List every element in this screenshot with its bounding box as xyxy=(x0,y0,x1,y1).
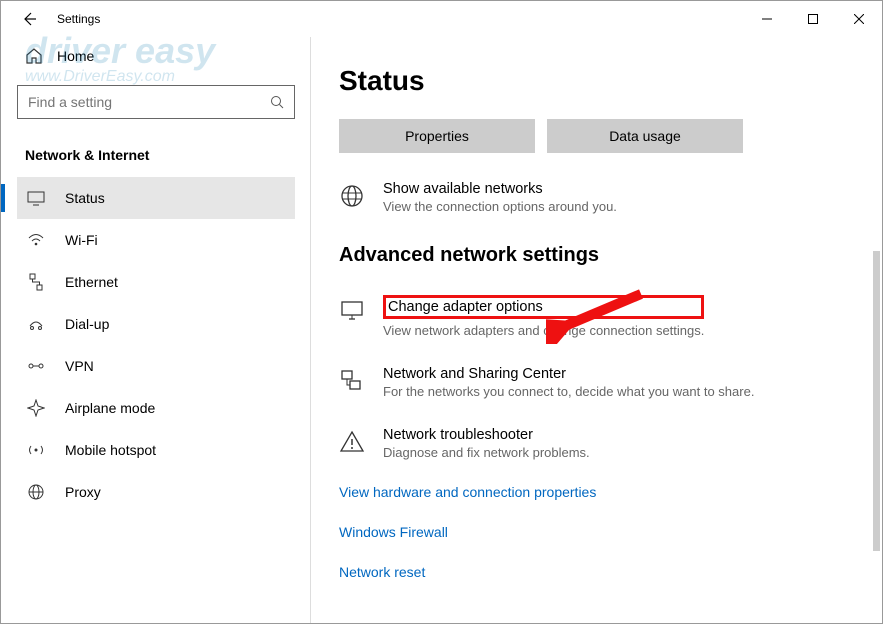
nav-item-proxy[interactable]: Proxy xyxy=(17,471,295,513)
reset-link[interactable]: Network reset xyxy=(339,564,854,580)
nav-label: Ethernet xyxy=(65,274,118,290)
home-icon xyxy=(25,47,43,65)
window-controls xyxy=(744,3,882,35)
proxy-icon xyxy=(27,483,45,501)
sharing-center-row[interactable]: Network and Sharing Center For the netwo… xyxy=(339,366,854,399)
nav-label: Airplane mode xyxy=(65,400,155,416)
nav-label: Dial-up xyxy=(65,316,109,332)
nav-label: VPN xyxy=(65,358,94,374)
hotspot-icon xyxy=(27,441,45,459)
troubleshooter-row[interactable]: Network troubleshooter Diagnose and fix … xyxy=(339,427,854,460)
section-header: Advanced network settings xyxy=(339,244,854,267)
nav-item-ethernet[interactable]: Ethernet xyxy=(17,261,295,303)
nav-item-hotspot[interactable]: Mobile hotspot xyxy=(17,429,295,471)
content: Status Properties Data usage Show availa… xyxy=(311,37,882,623)
search-input[interactable] xyxy=(28,94,270,110)
nav-item-dialup[interactable]: Dial-up xyxy=(17,303,295,345)
ethernet-icon xyxy=(27,273,45,291)
hardware-link[interactable]: View hardware and connection properties xyxy=(339,484,854,500)
close-button[interactable] xyxy=(836,3,882,35)
nav-label: Mobile hotspot xyxy=(65,442,156,458)
titlebar: Settings xyxy=(1,1,882,37)
search-icon xyxy=(270,95,284,109)
search-box[interactable] xyxy=(17,85,295,119)
sharing-icon xyxy=(339,368,365,394)
page-title: Status xyxy=(339,65,854,97)
data-usage-button[interactable]: Data usage xyxy=(547,119,743,153)
adapter-title: Change adapter options xyxy=(388,299,543,315)
adapter-options-row[interactable]: Change adapter options View network adap… xyxy=(339,295,854,338)
wifi-icon xyxy=(27,231,45,249)
nav-item-status[interactable]: Status xyxy=(17,177,295,219)
warning-icon xyxy=(339,429,365,455)
scrollbar[interactable] xyxy=(873,251,880,551)
nav-item-vpn[interactable]: VPN xyxy=(17,345,295,387)
nav-label: Status xyxy=(65,190,105,206)
home-button[interactable]: Home xyxy=(17,37,295,75)
sharing-sub: For the networks you connect to, decide … xyxy=(383,384,754,399)
vpn-icon xyxy=(27,357,45,375)
troubleshoot-title: Network troubleshooter xyxy=(383,427,590,443)
nav-item-wifi[interactable]: Wi-Fi xyxy=(17,219,295,261)
nav-label: Proxy xyxy=(65,484,101,500)
back-button[interactable] xyxy=(13,3,45,35)
highlight-box: Change adapter options xyxy=(383,295,704,319)
show-networks-row[interactable]: Show available networks View the connect… xyxy=(339,181,854,214)
globe-icon xyxy=(339,183,365,209)
home-label: Home xyxy=(57,48,94,64)
dialup-icon xyxy=(27,315,45,333)
minimize-button[interactable] xyxy=(744,3,790,35)
monitor-icon xyxy=(339,297,365,323)
nav-label: Wi-Fi xyxy=(65,232,98,248)
nav-list: Status Wi-Fi Ethernet Dial-up VPN Airpla… xyxy=(17,177,295,513)
sharing-title: Network and Sharing Center xyxy=(383,366,754,382)
show-networks-title: Show available networks xyxy=(383,181,617,197)
sidebar: Home Network & Internet Status Wi-Fi Eth… xyxy=(1,37,311,623)
status-icon xyxy=(27,189,45,207)
adapter-sub: View network adapters and change connect… xyxy=(383,323,704,338)
category-label: Network & Internet xyxy=(25,147,295,163)
airplane-icon xyxy=(27,399,45,417)
troubleshoot-sub: Diagnose and fix network problems. xyxy=(383,445,590,460)
show-networks-sub: View the connection options around you. xyxy=(383,199,617,214)
maximize-button[interactable] xyxy=(790,3,836,35)
nav-item-airplane[interactable]: Airplane mode xyxy=(17,387,295,429)
firewall-link[interactable]: Windows Firewall xyxy=(339,524,854,540)
window-title: Settings xyxy=(57,12,100,26)
properties-button[interactable]: Properties xyxy=(339,119,535,153)
